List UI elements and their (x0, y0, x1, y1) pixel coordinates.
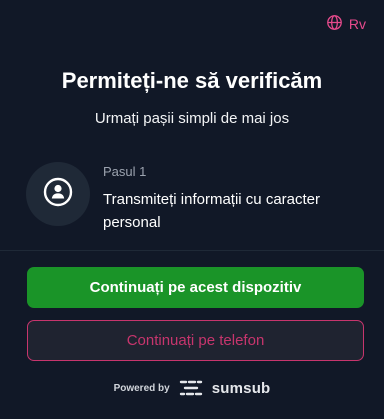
user-circle-icon (42, 176, 74, 213)
continue-on-device-button[interactable]: Continuați pe acest dispozitiv (27, 267, 364, 308)
powered-by-label: Powered by (113, 382, 170, 394)
brand-name: sumsub (211, 379, 271, 397)
step-item: Pasul 1 Transmiteți informații cu caract… (26, 162, 364, 234)
powered-by-footer: Powered by sumsub (0, 378, 384, 398)
step-description: Transmiteți informații cu caracter perso… (103, 191, 321, 231)
page-subtitle: Urmați pașii simpli de mai jos (94, 110, 290, 127)
sumsub-logo-icon (178, 378, 204, 398)
continue-on-phone-button[interactable]: Continuați pe telefon (27, 320, 364, 361)
globe-icon (326, 14, 343, 34)
divider (0, 250, 384, 251)
step-icon-badge (26, 162, 90, 226)
language-selector[interactable]: Rv (326, 14, 366, 34)
page-title: Permiteți-ne să verificăm (61, 68, 323, 93)
language-code: Rv (348, 16, 366, 32)
step-label: Pasul 1 (103, 164, 147, 179)
